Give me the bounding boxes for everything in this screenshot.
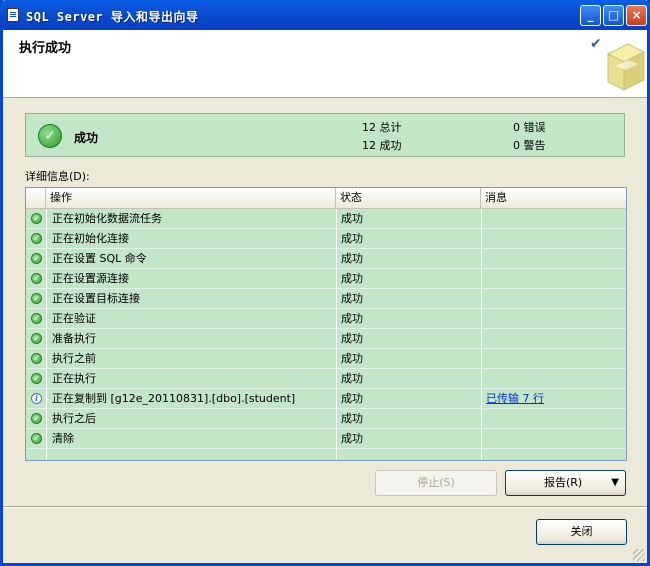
row-status: 成功	[341, 432, 363, 445]
wizard-window: SQL Server 导入和导出向导 _ □ × 执行成功 ✔ ✓ 成功 12 …	[0, 0, 650, 566]
table-row[interactable]: ✓ 执行之前 成功	[26, 349, 626, 369]
table-body: ✓ 正在初始化数据流任务 成功 ✓ 正在初始化连接 成功 ✓ 正在设置 SQL 命令 成功 ✓ 正在…	[26, 209, 626, 460]
success-icon: ✓	[31, 373, 42, 384]
success-icon: ✓	[31, 313, 42, 324]
row-action: 正在设置目标连接	[52, 292, 140, 305]
title-bar[interactable]: SQL Server 导入和导出向导 _ □ ×	[0, 0, 650, 30]
row-action: 清除	[52, 432, 74, 445]
row-status: 成功	[341, 392, 363, 405]
close-button[interactable]: 关闭	[536, 519, 627, 545]
table-row[interactable]: ✓ 正在验证 成功	[26, 309, 626, 329]
header-panel: 执行成功 ✔	[3, 30, 647, 98]
row-action: 正在初始化数据流任务	[52, 212, 162, 225]
dropdown-arrow-icon: ▼	[611, 477, 619, 488]
summary-panel: ✓ 成功 12 总计 12 成功 0 错误 0 警告	[25, 113, 625, 157]
success-icon: ✓	[31, 273, 42, 284]
table-row[interactable]: ✓ 正在初始化连接 成功	[26, 229, 626, 249]
page-title: 执行成功	[19, 41, 72, 56]
row-action: 准备执行	[52, 332, 96, 345]
row-status: 成功	[341, 332, 363, 345]
success-icon: ✓	[31, 233, 42, 244]
table-row[interactable]: ✓ 正在设置源连接 成功	[26, 269, 626, 289]
stop-button[interactable]: 停止(S)	[375, 470, 497, 496]
row-action: 正在初始化连接	[52, 232, 129, 245]
column-header-status[interactable]: 状态	[336, 188, 481, 208]
row-status: 成功	[341, 272, 363, 285]
summary-total: 12 总计	[362, 121, 402, 134]
success-icon: ✓	[31, 333, 42, 344]
row-status: 成功	[341, 212, 363, 225]
row-action: 正在设置源连接	[52, 272, 129, 285]
row-status: 成功	[341, 292, 363, 305]
row-status: 成功	[341, 412, 363, 425]
success-icon: ✓	[31, 353, 42, 364]
details-label: 详细信息(D):	[25, 170, 90, 183]
table-header: 操作 状态 消息	[26, 188, 626, 209]
table-row[interactable]: ✓ 正在初始化数据流任务 成功	[26, 209, 626, 229]
summary-errors: 0 错误	[513, 121, 546, 134]
success-icon: ✓	[31, 253, 42, 264]
row-status: 成功	[341, 252, 363, 265]
row-action: 执行之前	[52, 352, 96, 365]
row-action: 正在复制到 [g12e_20110831].[dbo].[student]	[52, 392, 296, 405]
wizard-graphic-icon	[606, 43, 646, 91]
row-action: 正在设置 SQL 命令	[52, 252, 147, 265]
table-row[interactable]: ✓ 正在设置目标连接 成功	[26, 289, 626, 309]
resize-grip-icon[interactable]	[633, 549, 645, 561]
success-icon: ✓	[31, 433, 42, 444]
row-status: 成功	[341, 372, 363, 385]
info-icon: i	[31, 393, 42, 404]
summary-status: 成功	[74, 131, 99, 145]
details-table[interactable]: 操作 状态 消息 ✓ 正在初始化数据流任务 成功 ✓ 正在初始化连接 成功 ✓ 正在设置 SQ…	[25, 187, 627, 461]
maximize-button[interactable]: □	[603, 5, 624, 26]
table-row[interactable]: ✓ 正在执行 成功	[26, 369, 626, 389]
close-window-button[interactable]: ×	[626, 5, 647, 26]
row-action: 正在验证	[52, 312, 96, 325]
column-header-icon[interactable]	[26, 188, 46, 208]
report-button-label: 报告(R)	[544, 476, 583, 489]
table-row[interactable]: ✓ 正在设置 SQL 命令 成功	[26, 249, 626, 269]
success-icon: ✓	[38, 124, 62, 148]
table-row[interactable]: i 正在复制到 [g12e_20110831].[dbo].[student] 成功…	[26, 389, 626, 409]
column-header-action[interactable]: 操作	[46, 188, 336, 208]
column-header-message[interactable]: 消息	[481, 188, 626, 208]
success-icon: ✓	[31, 413, 42, 424]
minimize-button[interactable]: _	[580, 5, 601, 26]
summary-warnings: 0 警告	[513, 139, 546, 152]
footer-divider	[3, 506, 647, 508]
app-icon	[7, 8, 19, 22]
row-status: 成功	[341, 232, 363, 245]
window-title: SQL Server 导入和导出向导	[26, 10, 199, 24]
row-status: 成功	[341, 352, 363, 365]
row-action: 执行之后	[52, 412, 96, 425]
row-status: 成功	[341, 312, 363, 325]
column-divider	[46, 209, 47, 460]
column-divider	[336, 209, 337, 460]
success-icon: ✓	[31, 213, 42, 224]
table-row[interactable]: ✓ 清除 成功	[26, 429, 626, 449]
summary-success: 12 成功	[362, 139, 402, 152]
table-row[interactable]: ✓ 执行之后 成功	[26, 409, 626, 429]
report-button[interactable]: 报告(R) ▼	[505, 470, 626, 496]
success-icon: ✓	[31, 293, 42, 304]
column-divider	[481, 209, 482, 460]
row-action: 正在执行	[52, 372, 96, 385]
table-row[interactable]: ✓ 准备执行 成功	[26, 329, 626, 349]
row-message[interactable]: 已传输 7 行	[486, 389, 544, 408]
